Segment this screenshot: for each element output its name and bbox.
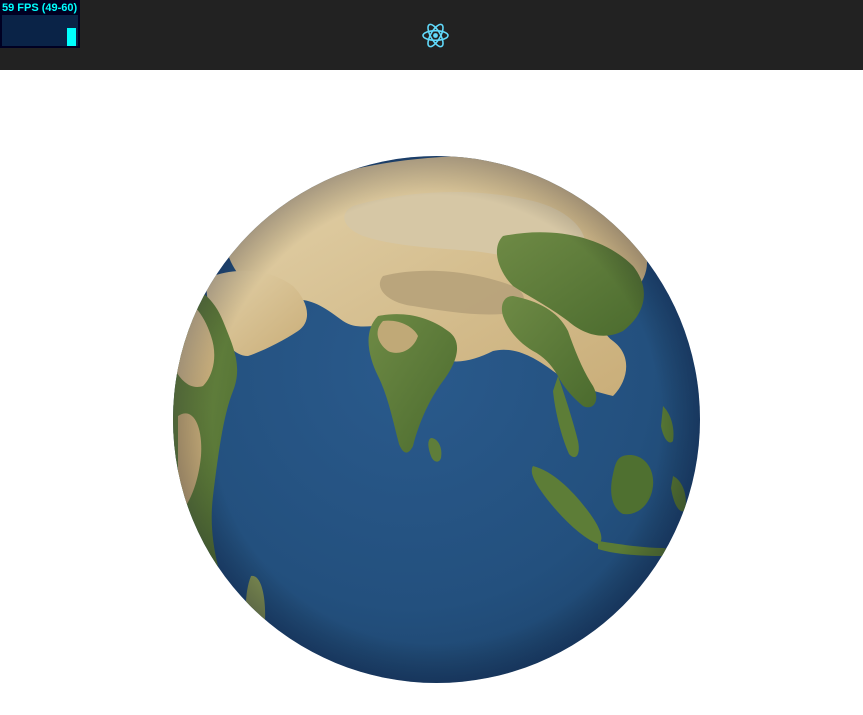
webgl-canvas[interactable] [0, 70, 863, 715]
fps-bar [67, 27, 76, 46]
react-logo-icon [421, 21, 450, 50]
earth-globe[interactable] [173, 156, 700, 683]
fps-stats-panel[interactable]: 59 FPS (49-60) [0, 0, 80, 48]
app-header: 59 FPS (49-60) [0, 0, 863, 70]
fps-graph [2, 15, 78, 46]
fps-label: 59 FPS (49-60) [2, 2, 78, 14]
